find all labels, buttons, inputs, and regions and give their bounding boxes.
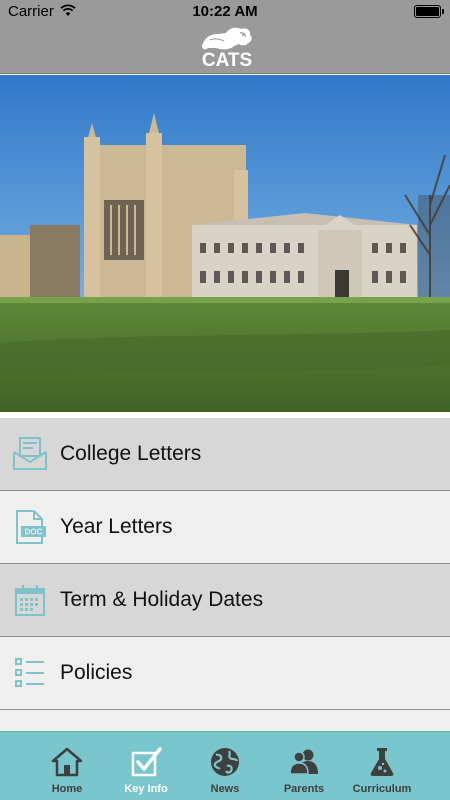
cats-logo[interactable]: CATS xyxy=(196,24,258,72)
menu-item-term-holiday-dates[interactable]: Term & Holiday Dates xyxy=(0,564,450,637)
tab-label: Home xyxy=(51,783,83,795)
menu-item-label: College Letters xyxy=(60,442,202,465)
house-icon xyxy=(51,746,83,778)
tab-label: Parents xyxy=(283,783,325,795)
tab-key-info[interactable]: Key Info xyxy=(106,732,186,800)
tab-parents[interactable]: Parents xyxy=(264,732,344,800)
hero-image xyxy=(0,75,450,412)
tab-news[interactable]: News xyxy=(185,732,265,800)
people-icon xyxy=(288,746,320,778)
globe-icon xyxy=(209,746,241,778)
lion-icon xyxy=(202,27,252,50)
checklist-icon xyxy=(12,655,48,691)
logo-text: CATS xyxy=(201,50,253,71)
tab-label: News xyxy=(210,783,240,795)
tab-bar: Home Key Info News Parents Curriculum xyxy=(0,731,450,800)
menu-item-label: Term & Holiday Dates xyxy=(60,588,264,611)
battery-icon xyxy=(414,5,444,18)
key-info-menu: College Letters DOC Year Letters Term & … xyxy=(0,418,450,730)
menu-item-college-letters[interactable]: College Letters xyxy=(0,418,450,491)
app-header: CATS xyxy=(0,22,450,74)
envelope-letter-icon xyxy=(12,436,48,472)
tab-label: Curriculum xyxy=(352,783,412,795)
svg-text:DOC: DOC xyxy=(25,528,43,537)
status-bar: Carrier 10:22 AM xyxy=(0,0,450,22)
menu-item-policies[interactable]: Policies xyxy=(0,637,450,710)
checkbox-icon xyxy=(130,746,162,778)
tab-curriculum[interactable]: Curriculum xyxy=(342,732,422,800)
flask-icon xyxy=(366,746,398,778)
menu-item-label: Policies xyxy=(60,661,133,684)
tab-label: Key Info xyxy=(124,783,168,795)
tab-home[interactable]: Home xyxy=(27,732,107,800)
menu-item-label: Year Letters xyxy=(60,515,173,538)
menu-item-year-letters[interactable]: DOC Year Letters xyxy=(0,491,450,564)
doc-file-icon: DOC xyxy=(12,509,48,545)
menu-item-partial[interactable] xyxy=(0,710,450,730)
calendar-icon xyxy=(12,582,48,618)
status-time: 10:22 AM xyxy=(192,3,258,20)
